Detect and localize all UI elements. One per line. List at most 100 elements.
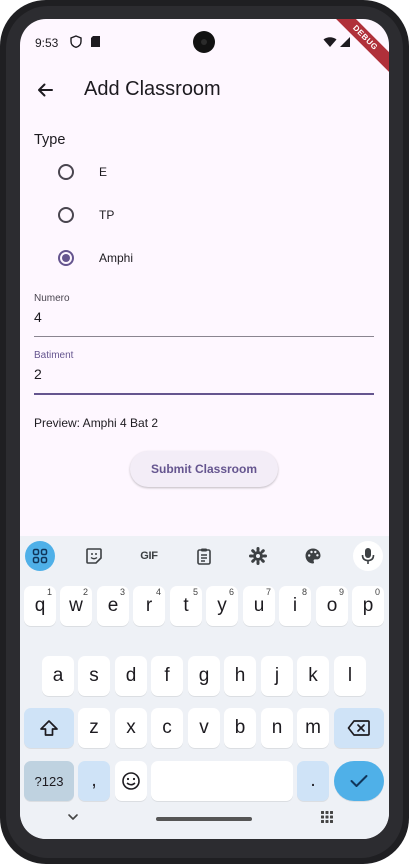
shift-key[interactable]: [24, 708, 74, 748]
key-v[interactable]: v: [188, 708, 220, 748]
key-y[interactable]: y6: [206, 586, 238, 626]
key-w[interactable]: w2: [60, 586, 92, 626]
key-l[interactable]: l: [334, 656, 366, 696]
key-d[interactable]: d: [115, 656, 147, 696]
key-n[interactable]: n: [261, 708, 293, 748]
key-h[interactable]: h: [224, 656, 256, 696]
emoji-key[interactable]: [115, 761, 147, 801]
radio-button-selected[interactable]: [58, 250, 74, 266]
enter-key[interactable]: [334, 761, 384, 801]
keyboard-toolbar: GIF: [20, 536, 389, 576]
palette-icon[interactable]: [298, 541, 328, 571]
front-camera: [193, 31, 215, 53]
backspace-icon: [347, 720, 370, 736]
radio-button[interactable]: [58, 164, 74, 180]
mic-icon[interactable]: [353, 541, 383, 571]
submit-classroom-button[interactable]: Submit Classroom: [130, 451, 278, 487]
wifi-icon: [323, 35, 337, 48]
key-c[interactable]: c: [151, 708, 183, 748]
check-icon: [350, 775, 368, 787]
key-g[interactable]: g: [188, 656, 220, 696]
key-hint: 0: [374, 587, 380, 597]
key-label: p: [362, 595, 374, 616]
clipboard-icon[interactable]: [189, 541, 219, 571]
key-hint: 4: [155, 587, 161, 597]
key-i[interactable]: i8: [279, 586, 311, 626]
comma-key[interactable]: ,: [78, 761, 110, 801]
type-label: Type: [34, 132, 66, 148]
key-label: y: [217, 595, 227, 616]
key-label: w: [69, 595, 83, 616]
key-z[interactable]: z: [78, 708, 110, 748]
gear-icon[interactable]: [243, 541, 273, 571]
radio-label: E: [99, 165, 108, 179]
radio-option-e[interactable]: E: [34, 152, 374, 192]
key-o[interactable]: o9: [316, 586, 348, 626]
backspace-key[interactable]: [334, 708, 384, 748]
sticker-icon[interactable]: [79, 541, 109, 571]
numero-label: Numero: [34, 293, 70, 304]
keyboard-switch-icon[interactable]: [320, 810, 334, 824]
sd-card-icon: [90, 35, 102, 48]
key-hint: 9: [338, 587, 344, 597]
key-f[interactable]: f: [151, 656, 183, 696]
key-u[interactable]: u7: [243, 586, 275, 626]
key-hint: 6: [228, 587, 234, 597]
field-underline-focused: [34, 393, 374, 395]
emoji-icon: [122, 772, 140, 790]
key-hint: 2: [82, 587, 88, 597]
key-t[interactable]: t5: [170, 586, 202, 626]
numero-value[interactable]: 4: [34, 309, 42, 325]
back-button[interactable]: [30, 75, 60, 105]
key-e[interactable]: e3: [97, 586, 129, 626]
field-underline: [34, 336, 374, 337]
key-q[interactable]: q1: [24, 586, 56, 626]
numero-field[interactable]: Numero 4: [34, 293, 374, 341]
key-hint: 3: [119, 587, 125, 597]
status-time: 9:53: [35, 36, 59, 50]
phone-screen: 9:53 DEBUG Add Classroom Type E TP Amphi…: [20, 19, 389, 839]
app-bar: Add Classroom: [20, 65, 389, 115]
page-title: Add Classroom: [84, 78, 221, 100]
key-label: i: [292, 595, 298, 616]
key-label: t: [183, 595, 189, 616]
batiment-label: Batiment: [34, 350, 74, 361]
key-p[interactable]: p0: [352, 586, 384, 626]
device-frame: 9:53 DEBUG Add Classroom Type E TP Amphi…: [0, 0, 409, 864]
symbols-key[interactable]: ?123: [24, 761, 74, 801]
key-r[interactable]: r4: [133, 586, 165, 626]
space-key[interactable]: [151, 761, 293, 801]
period-key[interactable]: .: [297, 761, 329, 801]
arrow-back-icon: [38, 83, 53, 97]
key-label: u: [253, 595, 265, 616]
radio-option-amphi[interactable]: Amphi: [34, 238, 374, 278]
signal-icon: [340, 35, 350, 48]
radio-option-tp[interactable]: TP: [34, 195, 374, 235]
key-hint: 7: [265, 587, 271, 597]
preview-text: Preview: Amphi 4 Bat 2: [34, 416, 159, 430]
key-x[interactable]: x: [115, 708, 147, 748]
key-j[interactable]: j: [261, 656, 293, 696]
shield-icon: [70, 35, 82, 49]
radio-label: TP: [99, 208, 115, 222]
key-label: e: [107, 595, 119, 616]
key-label: r: [145, 595, 153, 616]
apps-grid-icon[interactable]: [25, 541, 55, 571]
key-label: q: [34, 595, 46, 616]
key-b[interactable]: b: [224, 708, 256, 748]
gif-label: GIF: [140, 550, 158, 562]
batiment-field[interactable]: Batiment 2: [34, 350, 374, 398]
home-handle[interactable]: [156, 817, 252, 821]
navigation-bar: [20, 799, 389, 839]
key-a[interactable]: a: [42, 656, 74, 696]
key-s[interactable]: s: [78, 656, 110, 696]
key-k[interactable]: k: [297, 656, 329, 696]
key-hint: 8: [301, 587, 307, 597]
batiment-value[interactable]: 2: [34, 366, 42, 382]
gif-button[interactable]: GIF: [134, 541, 164, 571]
key-label: o: [326, 595, 338, 616]
chevron-down-icon[interactable]: [66, 810, 80, 824]
shift-icon: [40, 720, 58, 736]
key-m[interactable]: m: [297, 708, 329, 748]
radio-button[interactable]: [58, 207, 74, 223]
